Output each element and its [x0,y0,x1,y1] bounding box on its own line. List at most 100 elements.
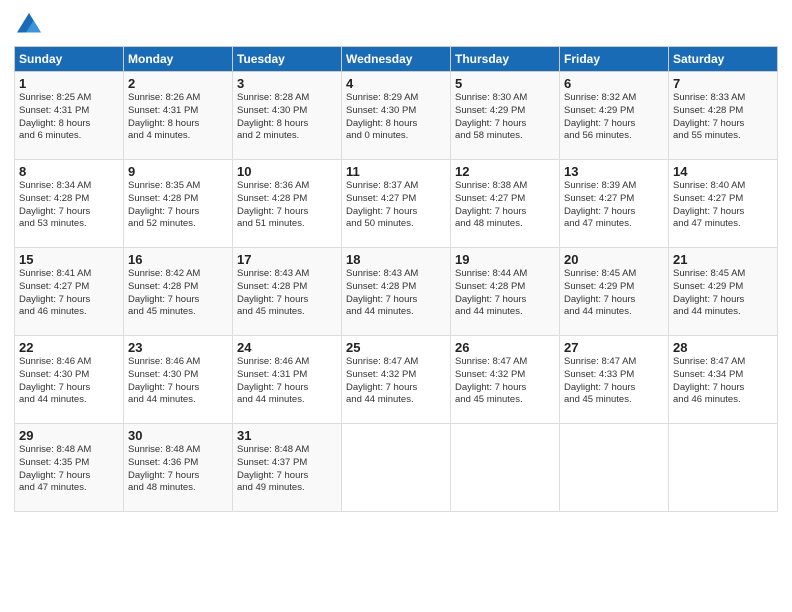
day-info: Sunrise: 8:47 AM Sunset: 4:34 PM Dayligh… [673,356,773,407]
day-cell: 23Sunrise: 8:46 AM Sunset: 4:30 PM Dayli… [124,336,233,424]
day-cell: 30Sunrise: 8:48 AM Sunset: 4:36 PM Dayli… [124,424,233,512]
page: SundayMondayTuesdayWednesdayThursdayFrid… [0,0,792,612]
day-info: Sunrise: 8:45 AM Sunset: 4:29 PM Dayligh… [564,268,664,319]
day-info: Sunrise: 8:46 AM Sunset: 4:30 PM Dayligh… [19,356,119,407]
day-number: 21 [673,252,773,267]
day-cell [342,424,451,512]
day-number: 7 [673,76,773,91]
week-row-5: 29Sunrise: 8:48 AM Sunset: 4:35 PM Dayli… [15,424,778,512]
day-number: 31 [237,428,337,443]
day-info: Sunrise: 8:39 AM Sunset: 4:27 PM Dayligh… [564,180,664,231]
day-info: Sunrise: 8:43 AM Sunset: 4:28 PM Dayligh… [237,268,337,319]
day-info: Sunrise: 8:45 AM Sunset: 4:29 PM Dayligh… [673,268,773,319]
day-number: 10 [237,164,337,179]
day-cell: 27Sunrise: 8:47 AM Sunset: 4:33 PM Dayli… [560,336,669,424]
day-number: 30 [128,428,228,443]
logo-icon [14,10,44,40]
day-cell: 26Sunrise: 8:47 AM Sunset: 4:32 PM Dayli… [451,336,560,424]
day-cell: 5Sunrise: 8:30 AM Sunset: 4:29 PM Daylig… [451,72,560,160]
day-number: 6 [564,76,664,91]
day-cell: 12Sunrise: 8:38 AM Sunset: 4:27 PM Dayli… [451,160,560,248]
day-number: 25 [346,340,446,355]
day-cell: 24Sunrise: 8:46 AM Sunset: 4:31 PM Dayli… [233,336,342,424]
week-row-2: 8Sunrise: 8:34 AM Sunset: 4:28 PM Daylig… [15,160,778,248]
col-header-friday: Friday [560,47,669,72]
day-number: 28 [673,340,773,355]
day-cell: 31Sunrise: 8:48 AM Sunset: 4:37 PM Dayli… [233,424,342,512]
day-cell: 25Sunrise: 8:47 AM Sunset: 4:32 PM Dayli… [342,336,451,424]
day-number: 9 [128,164,228,179]
day-info: Sunrise: 8:48 AM Sunset: 4:35 PM Dayligh… [19,444,119,495]
day-number: 15 [19,252,119,267]
col-header-monday: Monday [124,47,233,72]
day-info: Sunrise: 8:32 AM Sunset: 4:29 PM Dayligh… [564,92,664,143]
header [14,10,778,40]
day-cell: 22Sunrise: 8:46 AM Sunset: 4:30 PM Dayli… [15,336,124,424]
day-info: Sunrise: 8:48 AM Sunset: 4:37 PM Dayligh… [237,444,337,495]
day-info: Sunrise: 8:36 AM Sunset: 4:28 PM Dayligh… [237,180,337,231]
day-cell: 18Sunrise: 8:43 AM Sunset: 4:28 PM Dayli… [342,248,451,336]
col-header-wednesday: Wednesday [342,47,451,72]
day-number: 1 [19,76,119,91]
day-info: Sunrise: 8:46 AM Sunset: 4:30 PM Dayligh… [128,356,228,407]
day-info: Sunrise: 8:38 AM Sunset: 4:27 PM Dayligh… [455,180,555,231]
day-info: Sunrise: 8:30 AM Sunset: 4:29 PM Dayligh… [455,92,555,143]
day-info: Sunrise: 8:26 AM Sunset: 4:31 PM Dayligh… [128,92,228,143]
day-info: Sunrise: 8:33 AM Sunset: 4:28 PM Dayligh… [673,92,773,143]
day-number: 8 [19,164,119,179]
day-cell: 20Sunrise: 8:45 AM Sunset: 4:29 PM Dayli… [560,248,669,336]
day-info: Sunrise: 8:41 AM Sunset: 4:27 PM Dayligh… [19,268,119,319]
day-number: 18 [346,252,446,267]
day-info: Sunrise: 8:46 AM Sunset: 4:31 PM Dayligh… [237,356,337,407]
day-info: Sunrise: 8:43 AM Sunset: 4:28 PM Dayligh… [346,268,446,319]
day-number: 19 [455,252,555,267]
day-cell: 4Sunrise: 8:29 AM Sunset: 4:30 PM Daylig… [342,72,451,160]
day-cell: 15Sunrise: 8:41 AM Sunset: 4:27 PM Dayli… [15,248,124,336]
day-cell: 6Sunrise: 8:32 AM Sunset: 4:29 PM Daylig… [560,72,669,160]
day-number: 16 [128,252,228,267]
week-row-4: 22Sunrise: 8:46 AM Sunset: 4:30 PM Dayli… [15,336,778,424]
header-row: SundayMondayTuesdayWednesdayThursdayFrid… [15,47,778,72]
day-number: 13 [564,164,664,179]
day-number: 17 [237,252,337,267]
day-number: 29 [19,428,119,443]
col-header-thursday: Thursday [451,47,560,72]
day-cell: 29Sunrise: 8:48 AM Sunset: 4:35 PM Dayli… [15,424,124,512]
day-info: Sunrise: 8:47 AM Sunset: 4:33 PM Dayligh… [564,356,664,407]
day-number: 14 [673,164,773,179]
day-cell [560,424,669,512]
day-info: Sunrise: 8:44 AM Sunset: 4:28 PM Dayligh… [455,268,555,319]
day-cell: 28Sunrise: 8:47 AM Sunset: 4:34 PM Dayli… [669,336,778,424]
week-row-3: 15Sunrise: 8:41 AM Sunset: 4:27 PM Dayli… [15,248,778,336]
day-number: 22 [19,340,119,355]
day-cell: 21Sunrise: 8:45 AM Sunset: 4:29 PM Dayli… [669,248,778,336]
day-number: 27 [564,340,664,355]
day-info: Sunrise: 8:34 AM Sunset: 4:28 PM Dayligh… [19,180,119,231]
day-info: Sunrise: 8:40 AM Sunset: 4:27 PM Dayligh… [673,180,773,231]
day-info: Sunrise: 8:47 AM Sunset: 4:32 PM Dayligh… [346,356,446,407]
day-cell: 16Sunrise: 8:42 AM Sunset: 4:28 PM Dayli… [124,248,233,336]
day-cell: 8Sunrise: 8:34 AM Sunset: 4:28 PM Daylig… [15,160,124,248]
day-number: 12 [455,164,555,179]
day-cell: 14Sunrise: 8:40 AM Sunset: 4:27 PM Dayli… [669,160,778,248]
day-cell: 9Sunrise: 8:35 AM Sunset: 4:28 PM Daylig… [124,160,233,248]
day-cell: 11Sunrise: 8:37 AM Sunset: 4:27 PM Dayli… [342,160,451,248]
day-info: Sunrise: 8:28 AM Sunset: 4:30 PM Dayligh… [237,92,337,143]
day-info: Sunrise: 8:47 AM Sunset: 4:32 PM Dayligh… [455,356,555,407]
day-info: Sunrise: 8:35 AM Sunset: 4:28 PM Dayligh… [128,180,228,231]
col-header-tuesday: Tuesday [233,47,342,72]
day-number: 20 [564,252,664,267]
day-cell: 1Sunrise: 8:25 AM Sunset: 4:31 PM Daylig… [15,72,124,160]
day-cell: 13Sunrise: 8:39 AM Sunset: 4:27 PM Dayli… [560,160,669,248]
col-header-sunday: Sunday [15,47,124,72]
col-header-saturday: Saturday [669,47,778,72]
day-cell: 3Sunrise: 8:28 AM Sunset: 4:30 PM Daylig… [233,72,342,160]
day-cell [451,424,560,512]
day-cell: 10Sunrise: 8:36 AM Sunset: 4:28 PM Dayli… [233,160,342,248]
day-number: 24 [237,340,337,355]
logo [14,10,48,40]
day-cell: 19Sunrise: 8:44 AM Sunset: 4:28 PM Dayli… [451,248,560,336]
day-info: Sunrise: 8:37 AM Sunset: 4:27 PM Dayligh… [346,180,446,231]
day-cell [669,424,778,512]
week-row-1: 1Sunrise: 8:25 AM Sunset: 4:31 PM Daylig… [15,72,778,160]
